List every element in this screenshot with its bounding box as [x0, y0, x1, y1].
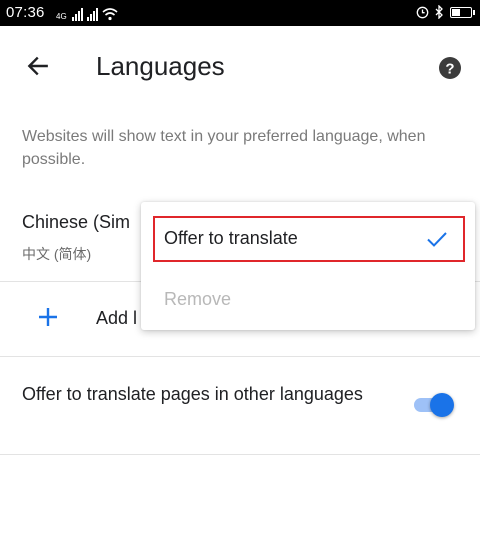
signal-strength-2-icon — [86, 7, 98, 21]
battery-fill — [452, 8, 460, 16]
alarm-icon — [416, 6, 429, 18]
offer-translate-setting-label: Offer to translate pages in other langua… — [22, 384, 363, 404]
status-bar: 07:36 4G — [0, 0, 480, 26]
svg-text:?: ? — [445, 61, 454, 78]
language-native-name: 中文 (简体) — [22, 246, 92, 262]
help-circle-icon: ? — [439, 57, 461, 79]
network-type-label: 4G — [56, 12, 67, 21]
offer-translate-toggle[interactable] — [412, 391, 456, 419]
signal-strength-icon — [71, 7, 83, 21]
battery-icon — [450, 6, 475, 18]
menu-item-remove[interactable]: Remove — [153, 280, 465, 320]
status-right-icons — [416, 5, 475, 19]
status-left-icons: 4G — [56, 5, 118, 21]
help-button[interactable]: ? — [436, 54, 464, 82]
menu-item-offer-to-translate-label: Offer to translate — [164, 228, 298, 248]
toggle-knob — [430, 393, 454, 417]
page-title: Languages — [96, 51, 225, 81]
add-language-label: Add l — [96, 308, 138, 328]
wifi-icon — [102, 8, 118, 21]
arrow-left-icon — [27, 56, 48, 76]
divider-add — [0, 356, 480, 357]
status-time: 07:36 — [6, 4, 45, 21]
menu-item-offer-to-translate[interactable]: Offer to translate — [153, 216, 465, 262]
back-button[interactable] — [20, 48, 56, 84]
languages-description: Websites will show text in your preferre… — [22, 128, 426, 168]
language-name: Chinese (Sim — [22, 212, 131, 232]
checkmark-icon — [427, 232, 447, 247]
menu-item-remove-label: Remove — [164, 289, 232, 309]
language-context-menu: Offer to translate Remove — [141, 202, 475, 330]
app-toolbar: Languages ? — [0, 26, 480, 110]
plus-icon — [39, 308, 57, 326]
bluetooth-icon — [435, 5, 443, 19]
divider-setting — [0, 454, 480, 455]
